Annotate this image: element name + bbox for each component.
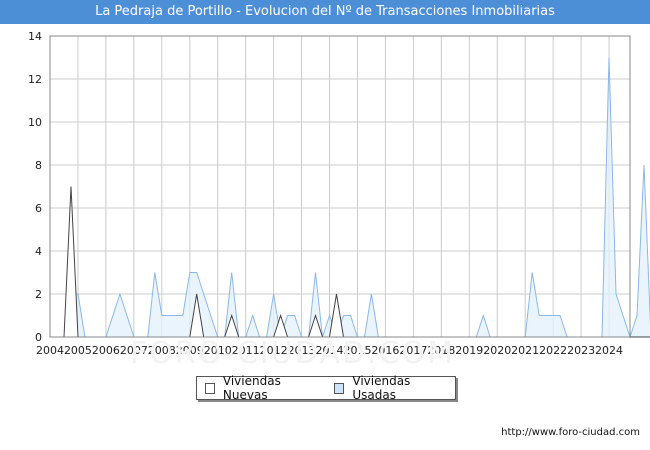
x-tick-label: 2020 — [483, 344, 511, 357]
y-tick-label: 4 — [35, 245, 42, 258]
legend-swatch-usadas — [334, 382, 345, 394]
x-tick-label: 2005 — [64, 344, 92, 357]
x-tick-label: 2021 — [511, 344, 539, 357]
y-axis-ticks: 0 2 4 6 8 10 12 14 — [28, 30, 42, 344]
x-tick-label: 2006 — [92, 344, 120, 357]
y-tick-label: 2 — [35, 288, 42, 301]
y-tick-label: 8 — [35, 159, 42, 172]
x-tick-label: 2022 — [539, 344, 567, 357]
legend-swatch-nuevas — [205, 382, 215, 394]
y-tick-label: 10 — [28, 116, 42, 129]
y-tick-label: 0 — [35, 331, 42, 344]
legend-label-nuevas: Viviendas Nuevas — [222, 374, 281, 402]
x-tick-label: 2024 — [595, 344, 623, 357]
y-tick-label: 14 — [28, 30, 42, 43]
y-tick-label: 6 — [35, 202, 42, 215]
watermark: FORO-CIUDAD.COM — [130, 336, 455, 371]
x-tick-label: 2004 — [36, 344, 64, 357]
legend: Viviendas Nuevas Viviendas Usadas — [196, 374, 456, 402]
x-tick-label: 2023 — [567, 344, 595, 357]
y-tick-label: 12 — [28, 73, 42, 86]
legend-item-nuevas: Viviendas Nuevas — [205, 374, 316, 402]
footer-url[interactable]: http://www.foro-ciudad.com — [501, 427, 640, 438]
legend-item-usadas: Viviendas Usadas — [334, 374, 445, 402]
x-tick-label: 2019 — [455, 344, 483, 357]
legend-label-usadas: Viviendas Usadas — [352, 374, 411, 402]
plot-background — [50, 36, 630, 337]
